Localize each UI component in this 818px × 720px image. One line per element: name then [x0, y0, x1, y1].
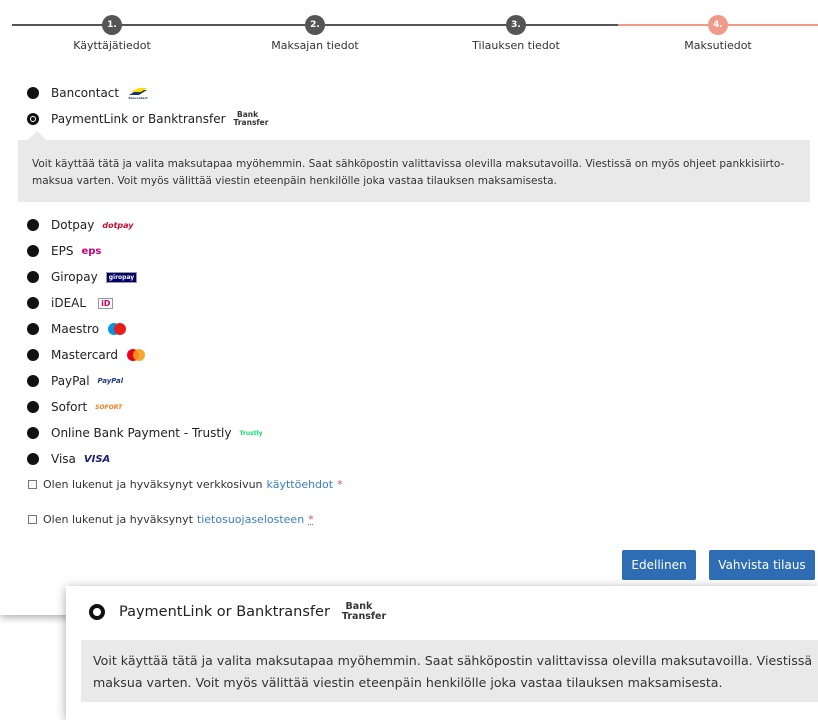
sofort-logo-icon: SOFORT [95, 403, 123, 411]
method-label: PayPal [51, 374, 90, 388]
method-mastercard[interactable]: Mastercard [27, 342, 817, 368]
method-label: EPS [51, 244, 74, 258]
radio-button[interactable] [27, 349, 39, 361]
method-bancontact[interactable]: Bancontact Bancontact [27, 80, 817, 106]
confirm-order-button[interactable]: Vahvista tilaus [709, 550, 815, 580]
step-number: 3. [506, 15, 526, 35]
radio-button[interactable] [27, 297, 39, 309]
method-maestro[interactable]: Maestro [27, 316, 817, 342]
trustly-logo-icon: Trustly [239, 429, 263, 437]
method-label: Online Bank Payment - Trustly [51, 426, 232, 440]
required-marker: * [337, 478, 343, 491]
radio-button[interactable] [27, 87, 39, 99]
terms-checkbox[interactable] [28, 480, 37, 489]
bank-transfer-logo-icon: Bank Transfer [233, 110, 269, 127]
payment-info-box: Voit käyttää tätä ja valita maksutapaa m… [18, 131, 810, 202]
privacy-row[interactable]: Olen lukenut ja hyväksynyt tietosuojasel… [28, 513, 314, 526]
progress-stepper: 1. Käyttäjätiedot 2. Maksajan tiedot 3. … [12, 15, 818, 55]
zoom-callout: PaymentLink or Banktransfer Bank Transfe… [66, 586, 818, 720]
mastercard-logo-icon [126, 349, 146, 361]
step-number: 4. [708, 15, 728, 35]
zoom-method-banktransfer[interactable]: PaymentLink or Banktransfer Bank Transfe… [89, 598, 387, 626]
eps-logo-icon: eps [81, 245, 102, 257]
radio-button[interactable] [27, 323, 39, 335]
step-label: Maksutiedot [684, 39, 752, 52]
step-label: Maksajan tiedot [271, 39, 359, 52]
zoom-info-box: Voit käyttää tätä ja valita maksutapaa m… [81, 640, 818, 702]
radio-button[interactable] [27, 427, 39, 439]
method-sofort[interactable]: Sofort SOFORT [27, 394, 817, 420]
bank-transfer-logo-text: Bank Transfer [341, 601, 387, 622]
method-label: Giropay [51, 270, 98, 284]
radio-button[interactable] [27, 271, 39, 283]
step-payment-info[interactable]: 4. Maksutiedot [648, 15, 788, 52]
privacy-link[interactable]: tietosuojaselosteen [197, 513, 304, 526]
method-paypal[interactable]: PayPal PayPal [27, 368, 817, 394]
terms-row[interactable]: Olen lukenut ja hyväksynyt verkkosivun k… [28, 478, 343, 491]
method-eps[interactable]: EPS eps [27, 238, 817, 264]
maestro-logo-icon [107, 323, 127, 335]
method-trustly[interactable]: Online Bank Payment - Trustly Trustly [27, 420, 817, 446]
dotpay-logo-icon: dotpay [102, 220, 134, 230]
ideal-logo-icon: iD [98, 297, 114, 309]
previous-button[interactable]: Edellinen [622, 550, 696, 580]
giropay-logo-icon: giropay [105, 271, 138, 283]
bancontact-logo-icon: Bancontact [127, 86, 149, 100]
step-order-info[interactable]: 3. Tilauksen tiedot [446, 15, 586, 52]
method-label: Sofort [51, 400, 88, 414]
radio-button-selected[interactable] [89, 604, 105, 620]
method-label: Mastercard [51, 348, 119, 362]
terms-link[interactable]: käyttöehdot [267, 478, 334, 491]
method-label: Maestro [51, 322, 100, 336]
method-banktransfer[interactable]: PaymentLink or Banktransfer Bank Transfe… [27, 106, 817, 132]
step-label: Käyttäjätiedot [73, 39, 151, 52]
checkout-card: 1. Käyttäjätiedot 2. Maksajan tiedot 3. … [0, 0, 818, 615]
step-label: Tilauksen tiedot [472, 39, 560, 52]
bank-transfer-logo-text: Bank Transfer [233, 110, 269, 127]
svg-text:Bancontact: Bancontact [129, 96, 149, 100]
method-label: Dotpay [51, 218, 95, 232]
zoom-info-line2: maksua varten. Voit myös välittää viesti… [93, 675, 723, 690]
visa-logo-icon: VISA [83, 453, 111, 465]
method-giropay[interactable]: Giropay giropay [27, 264, 817, 290]
zoom-method-label: PaymentLink or Banktransfer [119, 604, 330, 620]
paypal-logo-icon: PayPal [97, 377, 124, 385]
radio-button[interactable] [27, 401, 39, 413]
method-visa[interactable]: Visa VISA [27, 446, 817, 472]
info-text-line2: maksua varten. Voit myös välittää viesti… [32, 175, 557, 187]
privacy-checkbox[interactable] [28, 515, 37, 524]
method-label: Bancontact [51, 86, 120, 100]
method-ideal[interactable]: iDEAL iD [27, 290, 817, 316]
radio-button[interactable] [27, 219, 39, 231]
step-user-info[interactable]: 1. Käyttäjätiedot [42, 15, 182, 52]
privacy-text: Olen lukenut ja hyväksynyt [43, 513, 193, 526]
step-payer-info[interactable]: 2. Maksajan tiedot [245, 15, 385, 52]
radio-button[interactable] [27, 375, 39, 387]
radio-button[interactable] [27, 453, 39, 465]
step-number: 2. [305, 15, 325, 35]
info-text-line1: Voit käyttää tätä ja valita maksutapaa m… [32, 158, 785, 170]
method-label: Visa [51, 452, 76, 466]
required-marker: * [308, 513, 314, 526]
method-label: PaymentLink or Banktransfer [51, 112, 226, 126]
step-number: 1. [102, 15, 122, 35]
radio-button[interactable] [27, 245, 39, 257]
radio-button-selected[interactable] [27, 113, 39, 125]
bank-transfer-logo-icon: Bank Transfer [341, 601, 387, 622]
method-dotpay[interactable]: Dotpay dotpay [27, 212, 817, 238]
method-label: iDEAL [51, 296, 87, 310]
payment-methods-list: Bancontact Bancontact PaymentLink or Ban… [18, 80, 817, 472]
terms-text: Olen lukenut ja hyväksynyt verkkosivun [43, 478, 263, 491]
zoom-info-line1: Voit käyttää tätä ja valita maksutapaa m… [93, 653, 813, 668]
